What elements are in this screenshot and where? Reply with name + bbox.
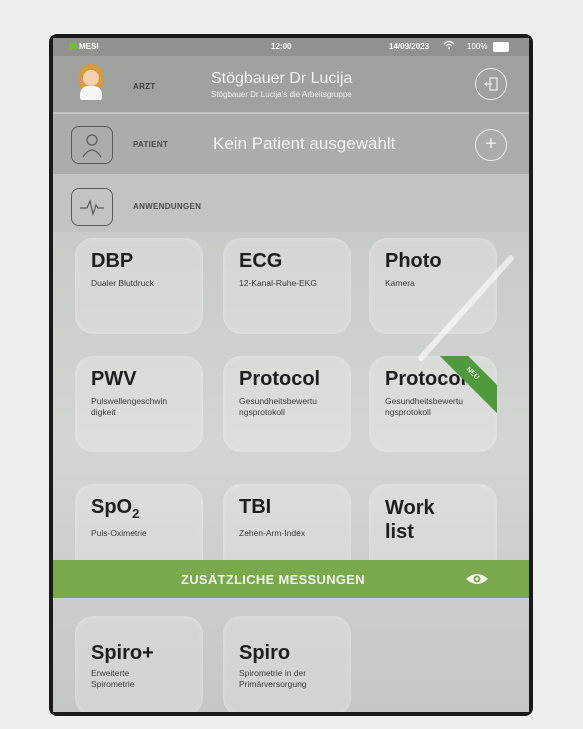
patient-label: PATIENT: [133, 140, 169, 149]
tile-title: SpO2: [91, 496, 140, 521]
tile-subtitle: Pulswellengeschwin digkeit: [91, 396, 168, 417]
logout-icon: [484, 77, 498, 91]
tile-title: Spiro: [239, 642, 291, 664]
tile-ecg[interactable]: ECG 12-Kanal-Ruhe-EKG: [223, 238, 351, 334]
tile-dbp[interactable]: DBP Dualer Blutdruck: [75, 238, 203, 334]
tile-subtitle: Puls-Oximetrie: [91, 528, 147, 538]
tile-title: PWV: [91, 368, 137, 390]
tile-photo[interactable]: Photo Kamera: [369, 238, 497, 334]
folder-icon: [69, 43, 77, 49]
tile-subtitle: Spirometrie in der Primärversorgung: [239, 668, 307, 689]
battery-percent: 100%: [467, 42, 488, 51]
additional-measurements-label: ZUSÄTZLICHE MESSUNGEN: [181, 572, 365, 587]
anwendungen-header: ANWENDUNGEN: [53, 174, 529, 232]
eye-icon[interactable]: [465, 572, 489, 586]
plus-icon: +: [485, 133, 497, 155]
arzt-row[interactable]: ARZT Stögbauer Dr Lucija Stögbauer Dr Lu…: [53, 56, 529, 112]
additional-measurements-bar[interactable]: ZUSÄTZLICHE MESSUNGEN: [53, 560, 529, 598]
tile-title: TBI: [239, 496, 272, 518]
carrier: MESI: [69, 42, 99, 51]
status-bar: MESI 12:00 14/09/2023 100%: [53, 38, 529, 56]
tile-title: Work list: [385, 497, 435, 543]
tile-subtitle: Gesundheitsbewertu ngsprotokoll: [239, 396, 317, 417]
status-time: 12:00: [271, 42, 292, 51]
tile-protocol[interactable]: Protocol Gesundheitsbewertu ngsprotokoll: [223, 356, 351, 452]
doctor-group: Stögbauer Dr Lucija's die Arbeitsgruppe: [211, 90, 352, 99]
wifi-icon: [443, 40, 455, 53]
tile-spiro[interactable]: Spiro Spirometrie in der Primärversorgun…: [223, 616, 351, 712]
logout-button[interactable]: [475, 68, 507, 100]
add-patient-button[interactable]: +: [475, 129, 507, 161]
tile-subtitle: Erweiterte Spirometrie: [91, 668, 135, 689]
tile-title: Spiro+: [91, 642, 154, 664]
patient-icon: [71, 126, 113, 164]
tile-subtitle: 12-Kanal-Ruhe-EKG: [239, 278, 317, 288]
status-date: 14/09/2023: [389, 42, 430, 51]
patient-status: Kein Patient ausgewählt: [213, 134, 396, 153]
tile-title: Protocol: [239, 368, 321, 390]
arzt-label: ARZT: [133, 82, 156, 91]
tile-title: Protocol: [385, 368, 467, 390]
tile-title: Photo: [385, 250, 442, 272]
tile-spiro-plus[interactable]: Spiro+ Erweiterte Spirometrie: [75, 616, 203, 712]
app-screen: MESI 12:00 14/09/2023 100% ARZT Stögbaue…: [53, 38, 529, 712]
doctor-name: Stögbauer Dr Lucija: [211, 70, 353, 87]
tile-subtitle: Kamera: [385, 278, 415, 288]
anwendungen-label: ANWENDUNGEN: [133, 202, 202, 211]
tile-subtitle: Gesundheitsbewertu ngsprotokoll: [385, 396, 463, 417]
tile-title: ECG: [239, 250, 283, 272]
ecg-wave-icon: [71, 188, 113, 226]
battery-icon: [493, 42, 509, 52]
tile-protocol-new[interactable]: Protocol Gesundheitsbewertu ngsprotokoll…: [369, 356, 497, 452]
tile-title: DBP: [91, 250, 134, 272]
doctor-avatar: [77, 64, 105, 100]
tile-pwv[interactable]: PWV Pulswellengeschwin digkeit: [75, 356, 203, 452]
tile-subtitle: Dualer Blutdruck: [91, 278, 154, 288]
tile-subtitle: Zehen-Arm-Index: [239, 528, 306, 538]
patient-row[interactable]: PATIENT Kein Patient ausgewählt +: [53, 114, 529, 174]
